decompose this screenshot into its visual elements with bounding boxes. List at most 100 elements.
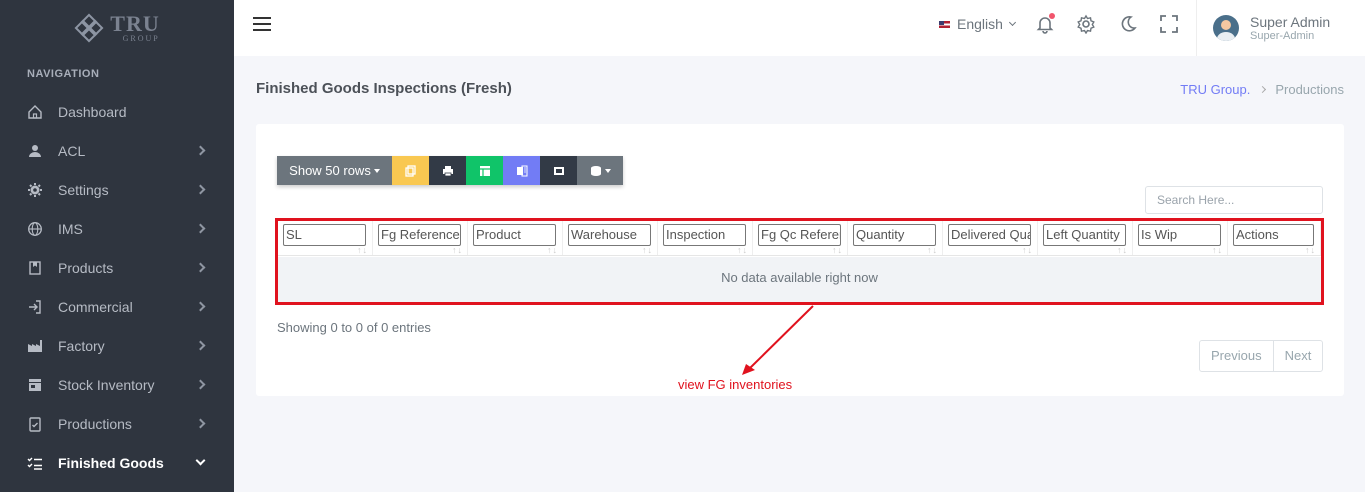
sidebar-item-dashboard[interactable]: Dashboard	[0, 92, 234, 131]
columns-button[interactable]	[577, 156, 623, 185]
column-header[interactable]: Left Quantity ↑↓	[1038, 221, 1133, 255]
excel-button[interactable]	[466, 156, 503, 185]
column-filter-input[interactable]: Quantity	[853, 224, 936, 246]
column-filter-input[interactable]: Left Quantity	[1043, 224, 1126, 246]
search-input[interactable]: Search Here...	[1145, 186, 1323, 214]
csv-icon	[516, 165, 527, 176]
print-icon	[442, 165, 453, 176]
column-filter-input[interactable]: Delivered Quantity	[948, 224, 1031, 246]
annotation-text: view FG inventories	[678, 377, 793, 392]
copy-button[interactable]	[392, 156, 429, 185]
sort-icon[interactable]: ↑↓	[642, 245, 653, 255]
sidebar-item-productions[interactable]: Productions	[0, 404, 234, 443]
menu-toggle-icon[interactable]	[253, 17, 271, 31]
sort-icon[interactable]: ↑↓	[832, 245, 843, 255]
table-info: Showing 0 to 0 of 0 entries	[277, 320, 431, 335]
chevron-down-icon	[195, 455, 206, 466]
sidebar-item-factory[interactable]: Factory	[0, 326, 234, 365]
sidebar-item-products[interactable]: Products	[0, 248, 234, 287]
user-name: Super Admin	[1250, 14, 1331, 30]
next-button[interactable]: Next	[1274, 341, 1323, 371]
gear-icon	[27, 182, 43, 198]
sort-icon[interactable]: ↑↓	[547, 245, 558, 255]
column-filter-input[interactable]: Fg Qc Reference	[758, 224, 841, 246]
sort-icon[interactable]: ↑↓	[357, 245, 368, 255]
sidebar-item-label: Productions	[58, 415, 132, 432]
column-header[interactable]: Product ↑↓	[468, 221, 563, 255]
previous-button[interactable]: Previous	[1200, 341, 1274, 371]
database-icon	[590, 165, 601, 176]
sort-icon[interactable]: ↑↓	[1117, 245, 1128, 255]
sidebar-item-label: Factory	[58, 337, 105, 354]
gear-icon[interactable]	[1076, 14, 1096, 35]
avatar	[1213, 15, 1239, 41]
sidebar-item-label: Stock Inventory	[58, 376, 155, 393]
breadcrumb-current: Productions	[1275, 82, 1344, 97]
sidebar-item-label: Settings	[58, 181, 109, 198]
print-button[interactable]	[429, 156, 466, 185]
sidebar-item-settings[interactable]: Settings	[0, 170, 234, 209]
sidebar-item-finished-goods[interactable]: Finished Goods	[0, 443, 234, 482]
table-header: SL ↑↓ Fg Reference ↑↓ Product ↑↓ Warehouse ↑↓ In…	[278, 221, 1321, 256]
sign-in-icon	[27, 299, 43, 315]
table-toolbar: Show 50 rows	[277, 156, 623, 185]
pagination: Previous Next	[1199, 340, 1324, 372]
sidebar-item-label: Finished Goods	[58, 454, 164, 471]
breadcrumb-link-home[interactable]: TRU Group.	[1180, 82, 1250, 97]
column-filter-input[interactable]: Actions	[1233, 224, 1314, 246]
user-menu[interactable]: Super Admin Super-Admin	[1196, 0, 1365, 56]
pdf-button[interactable]	[540, 156, 577, 185]
column-header[interactable]: Inspection ↑↓	[658, 221, 753, 255]
chevron-down-icon	[1008, 18, 1016, 27]
sort-icon[interactable]: ↑↓	[1022, 245, 1033, 255]
column-header[interactable]: Fg Qc Reference↑↓	[753, 221, 848, 255]
logo[interactable]: TRU GROUP	[0, 0, 234, 56]
sidebar-item-commercial[interactable]: Commercial	[0, 287, 234, 326]
csv-button[interactable]	[503, 156, 540, 185]
column-filter-input[interactable]: Warehouse	[568, 224, 651, 246]
topbar: English Super Admin Super-Admin	[234, 0, 1365, 56]
sort-icon[interactable]: ↑↓	[927, 245, 938, 255]
column-header[interactable]: Quantity ↑↓	[848, 221, 943, 255]
column-filter-input[interactable]: Product	[473, 224, 556, 246]
column-filter-input[interactable]: Inspection	[663, 224, 746, 246]
user-role: Super-Admin	[1250, 30, 1315, 42]
column-header[interactable]: Is Wip ↑↓	[1133, 221, 1228, 255]
caret-down-icon	[373, 168, 380, 173]
column-filter-input[interactable]: Fg Reference	[378, 224, 461, 246]
column-header[interactable]: Warehouse ↑↓	[563, 221, 658, 255]
column-header[interactable]: SL ↑↓	[278, 221, 373, 255]
sidebar-item-stock-inventory[interactable]: Stock Inventory	[0, 365, 234, 404]
chevron-right-icon	[195, 418, 206, 429]
moon-icon[interactable]	[1118, 14, 1138, 34]
language-selector[interactable]: English	[939, 16, 1016, 32]
column-header[interactable]: Delivered Quantity↑↓	[943, 221, 1038, 255]
sidebar-item-label: ACL	[58, 142, 86, 159]
store-icon	[27, 377, 43, 393]
sort-icon[interactable]: ↑↓	[452, 245, 463, 255]
sidebar-item-ims[interactable]: IMS	[0, 209, 234, 248]
notification-dot	[1049, 13, 1055, 19]
sidebar-item-label: Commercial	[58, 298, 133, 315]
language-label: English	[957, 16, 1003, 32]
column-header[interactable]: Actions ↑↓	[1228, 221, 1321, 255]
column-header[interactable]: Fg Reference ↑↓	[373, 221, 468, 255]
sort-icon[interactable]: ↑↓	[1305, 245, 1316, 255]
excel-icon	[479, 165, 490, 176]
content-card: Show 50 rows Search Here... SL ↑↓ Fg Refer…	[256, 124, 1344, 396]
sidebar-item-label: Dashboard	[58, 103, 127, 120]
sort-icon[interactable]: ↑↓	[737, 245, 748, 255]
nav-list: Dashboard ACL Settings IMS Products Commercia…	[0, 92, 234, 482]
bell-icon[interactable]	[1035, 13, 1055, 34]
chevron-right-icon	[195, 340, 206, 351]
chevron-right-icon	[195, 262, 206, 273]
column-filter-input[interactable]: SL	[283, 224, 366, 246]
data-table: SL ↑↓ Fg Reference ↑↓ Product ↑↓ Warehouse ↑↓ In…	[275, 218, 1324, 305]
sidebar-item-acl[interactable]: ACL	[0, 131, 234, 170]
chevron-right-icon	[195, 301, 206, 312]
show-rows-button[interactable]: Show 50 rows	[277, 156, 392, 185]
column-filter-input[interactable]: Is Wip	[1138, 224, 1221, 246]
page-title: Finished Goods Inspections (Fresh)	[256, 80, 512, 97]
sort-icon[interactable]: ↑↓	[1212, 245, 1223, 255]
fullscreen-icon[interactable]	[1159, 14, 1179, 34]
